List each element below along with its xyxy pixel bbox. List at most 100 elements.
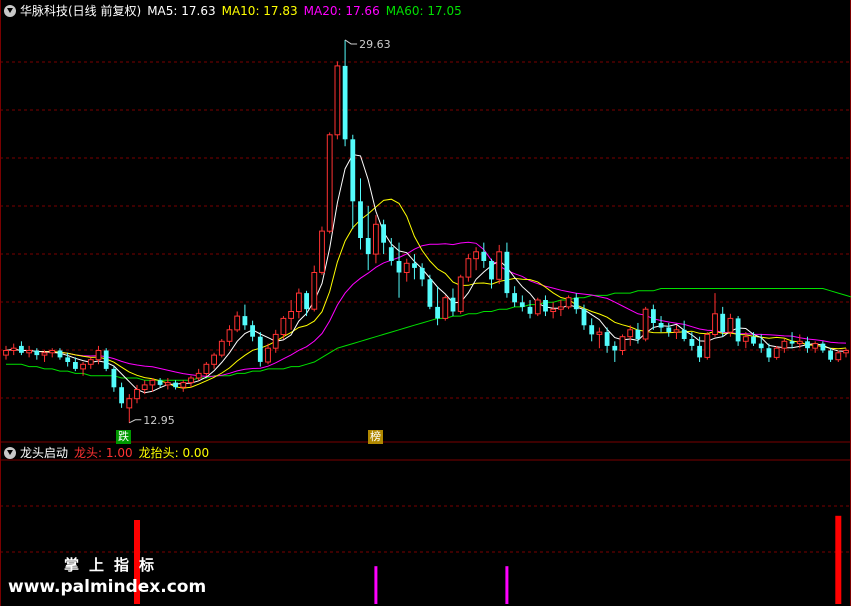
ma20-value: MA20: 17.66	[303, 4, 380, 18]
candle-body	[619, 336, 626, 352]
candle-body	[457, 276, 464, 312]
candle-body	[720, 313, 726, 333]
candle-body	[773, 347, 780, 358]
candle-body	[681, 329, 687, 339]
candle-body	[188, 377, 194, 384]
candle-body	[3, 350, 9, 356]
candle-body	[481, 251, 487, 261]
candle-body	[296, 292, 302, 313]
candle-body	[242, 316, 248, 326]
candle-body	[73, 362, 78, 369]
candle-body	[218, 340, 225, 356]
candle-body	[758, 343, 764, 349]
candle-body	[180, 382, 187, 388]
low-label: 12.95	[143, 414, 175, 427]
candle-body	[211, 354, 217, 365]
candle-body	[272, 333, 279, 349]
candle-body	[49, 350, 56, 354]
candle-body	[195, 372, 202, 379]
candle-body	[442, 297, 449, 319]
stock-title: 华脉科技(日线 前复权)	[20, 4, 142, 18]
candle-body	[134, 389, 140, 400]
candle-body	[751, 336, 756, 344]
candle-body	[465, 258, 472, 278]
candle-body	[635, 329, 641, 339]
candle-body	[512, 293, 517, 303]
candle-body	[835, 352, 842, 361]
candle-body	[812, 343, 819, 349]
candle-body	[427, 279, 433, 307]
candle-body	[304, 293, 309, 310]
ma5-line	[5, 153, 847, 394]
watermark-title: 掌上指标	[64, 556, 165, 574]
chevron-down-icon[interactable]	[4, 447, 16, 459]
candle-body	[651, 309, 656, 323]
watermark-url: www.palmindex.com	[8, 577, 207, 597]
candle-body	[326, 134, 333, 232]
candle-body	[26, 350, 33, 354]
candle-body	[111, 368, 117, 388]
candle-body	[565, 297, 572, 308]
candle-body	[504, 251, 510, 294]
candle-body	[419, 267, 425, 280]
candle-body	[103, 350, 109, 369]
candle-body	[796, 340, 803, 345]
indicator-longtou-value: 龙头: 1.00	[74, 446, 133, 460]
candle-body	[697, 345, 702, 358]
candle-body	[727, 317, 734, 333]
candle-body	[365, 238, 371, 255]
candle-body	[311, 272, 318, 310]
candle-body	[596, 331, 603, 335]
candle-body	[712, 313, 718, 335]
fall-tag[interactable]: 跌	[116, 430, 131, 444]
candle-body	[527, 306, 533, 314]
candle-body	[157, 380, 163, 385]
candle-body	[766, 348, 772, 358]
candle-body	[164, 382, 171, 386]
candle-body	[234, 315, 241, 331]
candle-body	[612, 345, 618, 351]
candle-body	[781, 340, 788, 349]
candle-body	[642, 308, 649, 340]
candle-body	[658, 323, 664, 328]
candle-body	[226, 329, 233, 342]
candle-body	[689, 339, 695, 346]
candle-body	[789, 341, 795, 344]
candle-body	[704, 333, 711, 358]
candle-body	[473, 251, 480, 260]
candle-body	[173, 382, 178, 388]
ma10-value: MA10: 17.83	[221, 4, 298, 18]
candle-body	[820, 343, 826, 351]
candle-body	[581, 309, 587, 326]
candle-body	[534, 299, 541, 315]
candle-body	[627, 329, 634, 338]
candle-body	[843, 350, 849, 354]
ma60-value: MA60: 17.05	[385, 4, 462, 18]
candle-body	[265, 347, 271, 363]
candle-body	[412, 263, 417, 268]
candle-body	[319, 230, 325, 273]
candle-body	[358, 201, 363, 238]
candle-body	[496, 251, 503, 280]
candle-body	[489, 261, 494, 280]
candle-body	[381, 224, 386, 243]
candle-body	[403, 262, 410, 273]
indicator-bar	[505, 566, 509, 604]
candle-body	[435, 306, 440, 319]
candle-body	[41, 352, 48, 356]
list-tag[interactable]: 榜	[368, 430, 383, 444]
candle-body	[288, 311, 295, 319]
candle-body	[735, 318, 741, 342]
indicator-legend: 龙头启动 龙头: 1.00 龙抬头: 0.00	[4, 444, 215, 462]
candle-body	[95, 350, 102, 361]
high-label: 29.63	[359, 38, 391, 51]
candle-body	[450, 297, 456, 312]
candle-body	[604, 332, 610, 346]
candle-body	[742, 336, 749, 342]
candle-body	[80, 363, 86, 370]
high-pointer	[344, 39, 358, 45]
chevron-down-icon[interactable]	[4, 5, 16, 17]
ma5-value: MA5: 17.63	[147, 4, 216, 18]
candle-body	[141, 384, 148, 390]
candle-body	[126, 398, 133, 409]
